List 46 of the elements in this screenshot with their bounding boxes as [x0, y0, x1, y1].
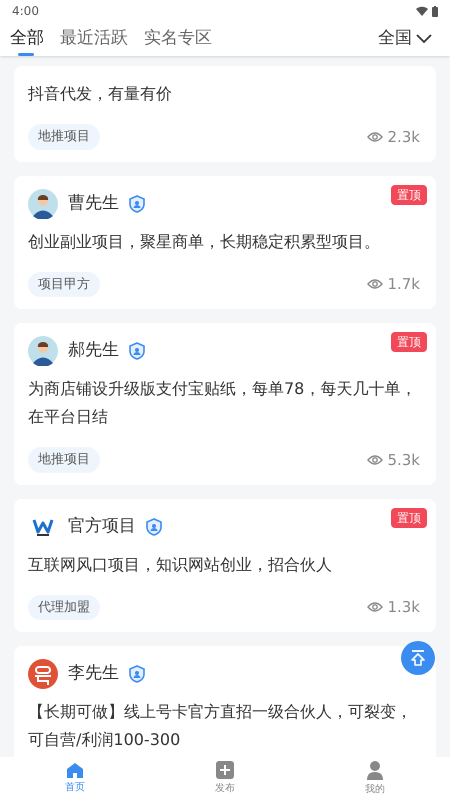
battery-icon: [432, 6, 438, 16]
post-text: 互联网风口项目，知识网站创业，招合伙人: [28, 554, 333, 576]
chevron-down-icon: [416, 34, 432, 44]
tab[interactable]: 最近活跃: [60, 22, 128, 56]
post-text: 创业副业项目，聚星商单，长期稳定积累型项目。: [28, 230, 381, 252]
wifi-icon: [416, 6, 428, 16]
view-count: 1.7k: [387, 274, 420, 295]
category-tag: 地推项目: [28, 124, 100, 150]
view-count: 1.3k: [387, 597, 420, 618]
author-name: 李先生: [68, 662, 119, 686]
eye-icon: [367, 454, 384, 466]
author-name: 曹先生: [68, 192, 119, 215]
post-text: 抖音代发，有量有价: [28, 83, 173, 105]
view-count: 2.3k: [387, 126, 420, 148]
scroll-to-top-icon: [409, 649, 427, 667]
eye-icon: [367, 278, 384, 290]
user-icon: [367, 760, 383, 780]
eye-icon: [367, 130, 384, 143]
author-name: 郝先生: [68, 339, 119, 362]
post-text: 为商店铺设升级版支付宝贴纸，每单78，每天几十单，在平台日结: [28, 378, 418, 428]
post-card[interactable]: 曹先生 置顶 创业副业项目，聚星商单，长期稳定积累型项目。 项目甲方 1.7k: [14, 176, 436, 309]
category-tag: 代理加盟: [28, 594, 100, 620]
post-card[interactable]: 郝先生 置顶 为商店铺设升级版支付宝贴纸，每单78，每天几十单，在平台日结 地推项目 5.3k: [14, 323, 436, 484]
view-count: 5.3k: [387, 450, 420, 470]
home-icon: [67, 762, 83, 778]
add-icon: [216, 761, 234, 779]
post-text: 【长期可做】线上号卡官方直招一级合伙人，可裂变，可自营/利润100-300: [28, 701, 413, 751]
post-card[interactable]: 抖音代发，有量有价 地推项目 2.3k: [14, 66, 436, 162]
tab[interactable]: 全部: [10, 22, 44, 56]
nav-tab[interactable]: 发布: [150, 757, 300, 800]
nav-tab[interactable]: 我的: [300, 757, 450, 800]
eye-icon: [367, 601, 384, 614]
tab[interactable]: 实名专区: [144, 22, 212, 56]
post-card[interactable]: 官方项目 置顶 互联网风口项目，知识网站创业，招合伙人 代理加盟 1.3k: [14, 498, 436, 632]
avatar-icon: [28, 659, 58, 689]
pinned-badge: 置顶: [391, 184, 427, 204]
avatar-icon: [28, 188, 58, 218]
avatar-icon: [28, 336, 58, 366]
post-card[interactable]: 李先生 【长期可做】线上号卡官方直招一级合伙人，可裂变，可自营/利润100-300: [14, 646, 436, 757]
region-dropdown[interactable]: 全国: [378, 26, 440, 52]
category-tag: 项目甲方: [28, 272, 100, 297]
category-tag: 地推项目: [28, 447, 100, 472]
status-time: 4:00: [12, 3, 39, 20]
pinned-badge: 置顶: [391, 332, 427, 352]
pinned-badge: 置顶: [391, 508, 427, 528]
author-name: 官方项目: [68, 514, 136, 538]
